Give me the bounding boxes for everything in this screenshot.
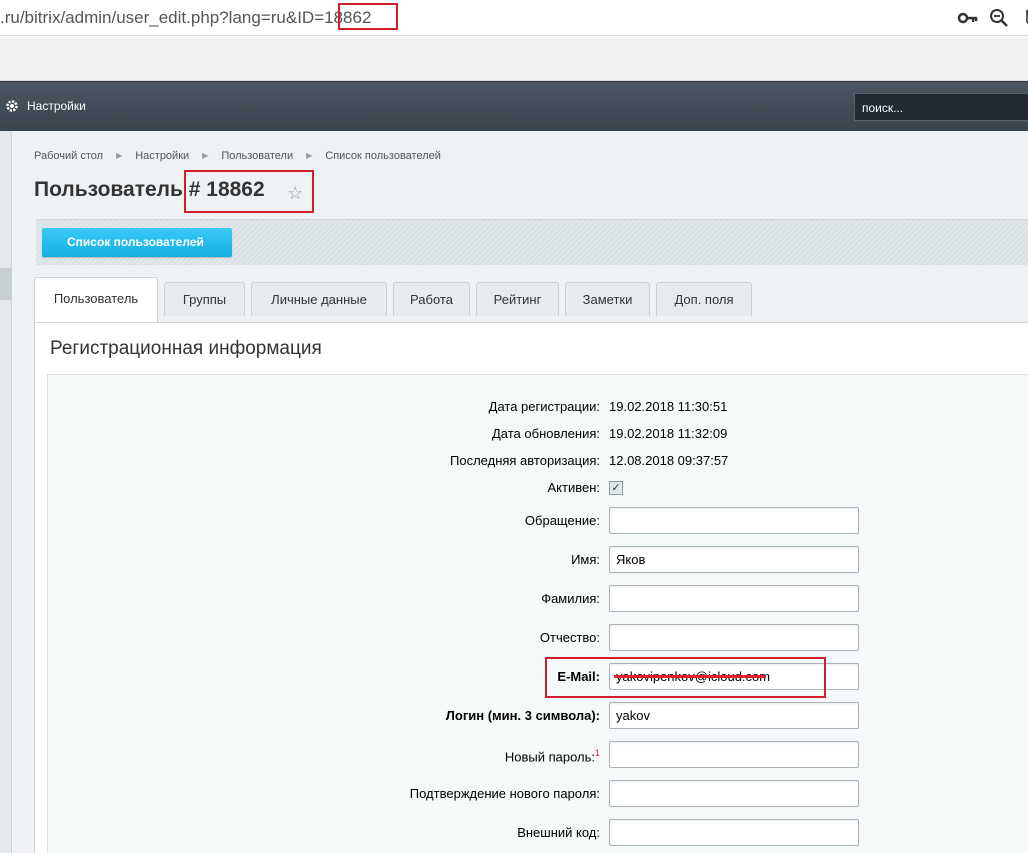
favorite-star-icon[interactable]: ☆ xyxy=(287,183,303,204)
active-label: Активен: xyxy=(547,480,600,495)
footnote-marker: 1 xyxy=(594,748,600,758)
form-fields-area xyxy=(47,374,1028,853)
new-password-label: Новый пароль:1 xyxy=(504,748,600,765)
confirm-password-field[interactable] xyxy=(609,780,859,807)
admin-top-panel: Настройки поиск... xyxy=(0,81,1028,131)
bookmark-star-icon[interactable] xyxy=(1016,8,1028,28)
tab-groups[interactable]: Группы xyxy=(164,282,245,316)
breadcrumb-item[interactable]: Пользователи xyxy=(221,150,293,162)
reg-date-value: 19.02.2018 11:30:51 xyxy=(609,399,728,414)
external-code-label: Внешний код: xyxy=(517,825,600,840)
gear-icon xyxy=(6,100,18,112)
title-label: Обращение: xyxy=(524,513,600,528)
second-name-field[interactable] xyxy=(609,624,859,651)
active-checkbox[interactable]: ✓ xyxy=(609,481,623,495)
search-input[interactable]: поиск... xyxy=(854,93,1028,121)
section-title: Регистрационная информация xyxy=(50,338,322,359)
user-list-button[interactable]: Список пользователей xyxy=(42,228,232,257)
breadcrumb: Рабочий стол ▶ Настройки ▶ Пользователи ▶ С… xyxy=(34,150,441,162)
name-field[interactable]: Яков xyxy=(609,546,859,573)
title-field[interactable] xyxy=(609,507,859,534)
confirm-password-label: Подтверждение нового пароля: xyxy=(409,786,600,801)
left-menu-strip[interactable] xyxy=(0,131,12,853)
tab-rating[interactable]: Рейтинг xyxy=(476,282,559,316)
tab-extra-fields[interactable]: Доп. поля xyxy=(656,282,752,316)
last-login-value: 12.08.2018 09:37:57 xyxy=(609,453,729,468)
browser-bookmarks-area xyxy=(0,37,1028,81)
last-login-label: Последняя авторизация: xyxy=(450,453,600,468)
annotation-box-url-id xyxy=(338,3,398,30)
chevron-right-icon: ▶ xyxy=(202,151,209,160)
last-name-label: Фамилия: xyxy=(541,591,600,606)
left-menu-handle[interactable] xyxy=(0,268,12,300)
last-name-field[interactable] xyxy=(609,585,859,612)
breadcrumb-item[interactable]: Рабочий стол xyxy=(34,150,103,162)
settings-menu[interactable]: Настройки xyxy=(5,99,86,113)
chevron-right-icon: ▶ xyxy=(306,151,313,160)
tab-work[interactable]: Работа xyxy=(393,282,470,316)
chevron-right-icon: ▶ xyxy=(116,151,123,160)
zoom-icon[interactable] xyxy=(988,8,1010,28)
external-code-field[interactable] xyxy=(609,819,859,846)
email-label: E-Mail: xyxy=(557,669,600,684)
breadcrumb-item[interactable]: Список пользователей xyxy=(325,150,441,162)
breadcrumb-item[interactable]: Настройки xyxy=(135,150,189,162)
new-password-field[interactable] xyxy=(609,741,859,768)
key-icon[interactable] xyxy=(957,8,979,28)
name-label: Имя: xyxy=(571,552,600,567)
second-name-label: Отчество: xyxy=(539,630,600,645)
browser-address-bar[interactable]: .ru/bitrix/admin/user_edit.php?lang=ru&I… xyxy=(0,0,1028,36)
update-date-label: Дата обновления: xyxy=(492,426,600,441)
update-date-value: 19.02.2018 11:32:09 xyxy=(609,426,728,441)
url-text[interactable]: .ru/bitrix/admin/user_edit.php?lang=ru&I… xyxy=(0,8,371,28)
login-field[interactable]: yakov xyxy=(609,702,859,729)
tab-user[interactable]: Пользователь xyxy=(34,277,158,323)
settings-label: Настройки xyxy=(27,99,86,113)
annotation-box-email xyxy=(545,657,826,698)
login-label: Логин (мин. 3 символа): xyxy=(445,708,600,723)
tab-notes[interactable]: Заметки xyxy=(565,282,650,316)
tab-personal-data[interactable]: Личные данные xyxy=(251,282,387,316)
reg-date-label: Дата регистрации: xyxy=(488,399,600,414)
